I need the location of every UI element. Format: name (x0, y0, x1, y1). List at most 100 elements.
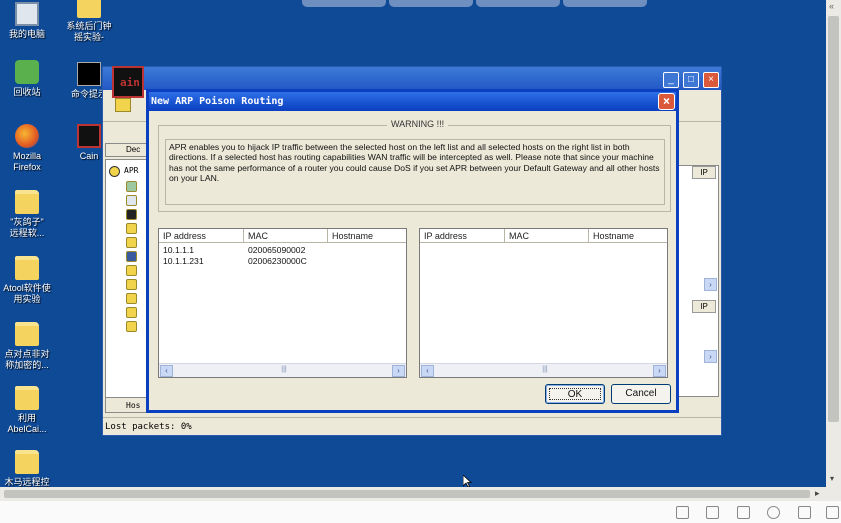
mouse-cursor-icon (463, 475, 472, 487)
scroll-right-arrow[interactable]: › (653, 365, 666, 377)
cain-title-bar[interactable] (103, 67, 721, 90)
icon-label: 点对点非对 称加密的... (4, 349, 50, 370)
maximize-button[interactable]: □ (683, 72, 699, 88)
window-icon[interactable] (798, 506, 811, 519)
hosts-tab[interactable]: Hos (105, 397, 151, 413)
folder-icon (77, 0, 101, 18)
horizontal-scrollbar[interactable]: ▸ (0, 487, 826, 501)
pin-icon[interactable] (676, 506, 689, 519)
screenshot-icon[interactable] (706, 506, 719, 519)
decoders-tab[interactable]: Dec (105, 143, 151, 157)
row-mac: 02006230000C (248, 256, 307, 266)
desktop-icon-my-computer[interactable]: 我的电脑 (0, 2, 58, 40)
icon-label: Cain (79, 151, 99, 161)
desktop-icon-backdoor-lab[interactable]: 系统后门钟 摇实验- (58, 0, 120, 43)
fullscreen-icon[interactable] (826, 506, 839, 519)
scroll-thumb[interactable] (828, 16, 839, 422)
cancel-button[interactable]: Cancel (611, 384, 671, 404)
horizontal-scrollbar[interactable]: ‹ ||| › (420, 363, 667, 377)
scroll-left-arrow[interactable]: ‹ (421, 365, 434, 377)
column-ip-address[interactable]: IP address (420, 229, 505, 243)
tree-node-icon[interactable] (126, 251, 137, 262)
taskbar-top-tab[interactable] (476, 0, 560, 7)
scroll-thumb[interactable]: ||| (269, 366, 299, 376)
recycle-bin-icon (15, 60, 39, 84)
lock-icon[interactable] (126, 265, 137, 276)
chevron-down-icon[interactable]: ▾ (830, 474, 834, 483)
bottom-toolbar (0, 501, 841, 523)
desktop-icon-folder-p2p-crypto[interactable]: 点对点非对 称加密的... (0, 322, 58, 371)
row-mac: 020065090002 (248, 245, 306, 255)
left-host-list[interactable]: IP address MAC Hostname 10.1.1.1 0200650… (158, 228, 407, 378)
cain-tree-panel: APR (105, 159, 151, 409)
lock-icon[interactable] (126, 307, 137, 318)
icon-label: Mozilla Firefox (12, 151, 41, 172)
desktop-icon-folder-grey-pigeon[interactable]: "灰鸽子" 远程软... (0, 190, 58, 239)
icon-label: 我的电脑 (8, 29, 45, 39)
column-ip-address[interactable]: IP address (159, 229, 244, 243)
column-hostname[interactable]: Hostname (589, 229, 669, 243)
lock-icon[interactable] (126, 293, 137, 304)
desktop-icon-folder-atool[interactable]: Atool软件使 用实验 (0, 256, 58, 305)
ip-column-header[interactable]: IP (692, 300, 716, 313)
vertical-scrollbar[interactable]: « ▾ (826, 0, 841, 487)
cmd-icon (77, 62, 101, 86)
scroll-right-arrow[interactable]: › (704, 350, 717, 363)
scroll-thumb[interactable] (4, 490, 810, 498)
warning-legend: WARNING !!! (387, 119, 449, 129)
trash-icon[interactable] (737, 506, 750, 519)
column-mac[interactable]: MAC (244, 229, 328, 243)
scroll-right-arrow[interactable]: › (392, 365, 405, 377)
status-bar: Lost packets: 0% (103, 417, 721, 435)
close-button[interactable]: × (703, 72, 719, 88)
cain-logo-icon: ain (120, 76, 140, 89)
desktop-icon-folder-trojan[interactable]: 木马远程控 (0, 450, 58, 487)
chevron-up-icon[interactable]: « (829, 1, 834, 11)
desktop-icon-folder-abelcain[interactable]: 利用 AbelCai... (0, 386, 58, 435)
tree-node-icon[interactable] (126, 195, 137, 206)
desktop: 我的电脑 系统后门钟 摇实验- 回收站 命令提示 Mozilla Firefox… (0, 0, 826, 487)
scroll-right-arrow[interactable]: › (704, 278, 717, 291)
chevron-right-icon[interactable]: ▸ (815, 488, 820, 499)
volume-icon[interactable] (767, 506, 780, 519)
column-mac[interactable]: MAC (505, 229, 589, 243)
lock-icon[interactable] (126, 321, 137, 332)
lock-icon[interactable] (126, 279, 137, 290)
folder-icon (15, 386, 39, 410)
taskbar-top-tab[interactable] (302, 0, 386, 7)
row-ip: 10.1.1.1 (163, 245, 195, 255)
ip-column-header[interactable]: IP (692, 166, 716, 179)
folder-icon (15, 322, 39, 346)
ok-button[interactable]: OK (545, 384, 605, 404)
scroll-left-arrow[interactable]: ‹ (160, 365, 173, 377)
desktop-icon-recycle-bin[interactable]: 回收站 (0, 60, 58, 98)
folder-icon (15, 450, 39, 474)
minimize-button[interactable]: _ (663, 72, 679, 88)
lock-icon[interactable] (126, 237, 137, 248)
column-hostname[interactable]: Hostname (328, 229, 408, 243)
folder-open-icon[interactable] (115, 98, 131, 112)
list-header: IP address MAC Hostname (420, 229, 667, 243)
tree-node-icon[interactable] (126, 209, 137, 220)
right-host-list[interactable]: IP address MAC Hostname ‹ ||| › (419, 228, 668, 378)
scroll-thumb[interactable]: ||| (530, 366, 560, 376)
lock-icon[interactable] (126, 223, 137, 234)
host-row[interactable]: 10.1.1.231 02006230000C (159, 256, 406, 267)
desktop-icon-firefox[interactable]: Mozilla Firefox (0, 124, 58, 173)
list-header: IP address MAC Hostname (159, 229, 406, 243)
taskbar-top-tab[interactable] (389, 0, 473, 7)
icon-label: 系统后门钟 摇实验- (66, 21, 112, 42)
horizontal-scrollbar[interactable]: ‹ ||| › (159, 363, 406, 377)
dialog-title-bar[interactable]: New ARP Poison Routing × (149, 92, 676, 111)
icon-label: 回收站 (13, 87, 41, 97)
icon-label: 木马远程控 (4, 477, 50, 487)
scrollbar-corner (826, 487, 841, 501)
dialog-close-button[interactable]: × (658, 93, 675, 110)
row-ip: 10.1.1.231 (163, 256, 204, 266)
taskbar-top-tab[interactable] (563, 0, 647, 7)
tree-node-icon[interactable] (126, 181, 137, 192)
folder-icon (15, 190, 39, 214)
tree-root-apr[interactable]: APR (124, 166, 138, 175)
host-row[interactable]: 10.1.1.1 020065090002 (159, 245, 406, 256)
icon-label: "灰鸽子" 远程软... (9, 217, 45, 238)
